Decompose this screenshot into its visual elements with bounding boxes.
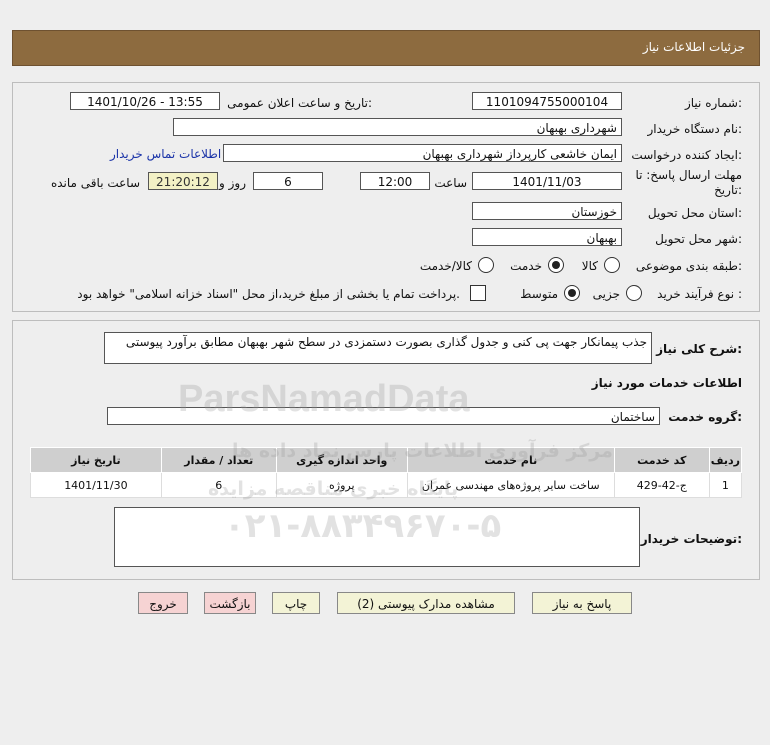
col-service-code: کد خدمت bbox=[613, 447, 710, 473]
print-button[interactable]: چاپ bbox=[272, 592, 320, 614]
view-attachments-button[interactable]: مشاهده مدارک پیوستی (2) bbox=[337, 592, 515, 614]
summary-field: جذب پیمانکار جهت پی کنی و جدول گذاری بصو… bbox=[104, 332, 652, 364]
need-date-cell: 1401/11/30 bbox=[30, 472, 162, 498]
service-group-field: ساختمان bbox=[107, 407, 660, 425]
table-row: 1 ج-42-429 ساخت سایر پروژه‌های مهندسی عم… bbox=[30, 472, 743, 498]
col-need-date: تاریخ نیاز bbox=[30, 447, 162, 473]
col-service-name: نام خدمت bbox=[406, 447, 615, 473]
back-button[interactable]: بازگشت bbox=[204, 592, 256, 614]
city-field: بهبهان bbox=[472, 228, 622, 246]
request-info-panel bbox=[12, 82, 760, 312]
service-name-cell: ساخت سایر پروژه‌های مهندسی عمران bbox=[406, 472, 615, 498]
announce-label: تاریخ و ساعت اعلان عمومی: bbox=[227, 96, 372, 110]
buyer-contact-link[interactable]: اطلاعات تماس خریدار bbox=[110, 147, 221, 161]
announce-datetime-field: 1401/10/26 - 13:55 bbox=[70, 92, 220, 110]
need-number-field: 1101094755000104 bbox=[472, 92, 622, 110]
deadline-label: مهلت ارسال پاسخ: تا bbox=[635, 168, 742, 182]
quantity-cell: 6 bbox=[160, 472, 277, 498]
reply-button[interactable]: پاسخ به نیاز bbox=[532, 592, 632, 614]
province-label: استان محل تحویل: bbox=[647, 206, 742, 220]
col-quantity: تعداد / مقدار bbox=[160, 447, 277, 473]
service-group-label: گروه خدمت: bbox=[668, 410, 742, 424]
remaining-time-label: ساعت باقی مانده bbox=[50, 176, 140, 190]
process-option-medium: متوسط bbox=[520, 287, 558, 301]
deadline-time-label: ساعت bbox=[434, 176, 467, 190]
category-option-goods: کالا bbox=[581, 259, 598, 273]
page-header: جزئیات اطلاعات نیاز bbox=[12, 30, 760, 66]
process-option-minor: جزیی bbox=[592, 287, 620, 301]
col-row-number: ردیف bbox=[708, 447, 743, 473]
creator-label: ایجاد کننده درخواست: bbox=[631, 148, 742, 162]
category-radio-goods[interactable] bbox=[604, 257, 620, 273]
unit-cell: پروژه bbox=[275, 472, 408, 498]
remaining-time-field: 21:20:12 bbox=[148, 172, 218, 190]
process-radio-medium[interactable] bbox=[564, 285, 580, 301]
row-number-cell: 1 bbox=[708, 472, 743, 498]
deadline-date-field: 1401/11/03 bbox=[472, 172, 622, 190]
days-field: 6 bbox=[253, 172, 323, 190]
creator-field: ایمان خاشعی کارپرداز شهرداری بهبهان bbox=[223, 144, 622, 162]
buyer-org-field: شهرداری بهبهان bbox=[173, 118, 622, 136]
buyer-notes-label: توضیحات خریدار: bbox=[640, 532, 742, 546]
summary-label: شرح کلی نیاز: bbox=[656, 342, 742, 356]
treasury-note: پرداخت تمام یا بخشی از مبلغ خرید،از محل … bbox=[77, 287, 460, 301]
col-unit: واحد اندازه گیری bbox=[275, 447, 408, 473]
province-field: خوزستان bbox=[472, 202, 622, 220]
service-code-cell: ج-42-429 bbox=[613, 472, 710, 498]
process-radio-minor[interactable] bbox=[626, 285, 642, 301]
page-title: جزئیات اطلاعات نیاز bbox=[642, 40, 745, 54]
category-radio-goods-service[interactable] bbox=[478, 257, 494, 273]
buyer-org-label: نام دستگاه خریدار: bbox=[647, 122, 743, 136]
services-table-header: ردیف کد خدمت نام خدمت واحد اندازه گیری ت… bbox=[30, 447, 743, 473]
deadline-time-field: 12:00 bbox=[360, 172, 430, 190]
category-radio-service[interactable] bbox=[548, 257, 564, 273]
exit-button[interactable]: خروج bbox=[138, 592, 188, 614]
buyer-notes-field bbox=[114, 507, 640, 567]
days-label: روز و bbox=[219, 176, 246, 190]
process-label: نوع فرآیند خرید : bbox=[657, 287, 742, 301]
category-option-service: خدمت bbox=[510, 259, 542, 273]
treasury-checkbox[interactable] bbox=[470, 285, 486, 301]
city-label: شهر محل تحویل: bbox=[655, 232, 742, 246]
category-option-goods-service: کالا/خدمت bbox=[419, 259, 472, 273]
services-section-title: اطلاعات خدمات مورد نیاز bbox=[591, 376, 742, 390]
category-label: طبقه بندی موضوعی: bbox=[635, 259, 742, 273]
deadline-label-date: تاریخ: bbox=[714, 183, 742, 197]
services-table: ردیف کد خدمت نام خدمت واحد اندازه گیری ت… bbox=[30, 447, 743, 498]
need-number-label: شماره نیاز: bbox=[684, 96, 742, 110]
